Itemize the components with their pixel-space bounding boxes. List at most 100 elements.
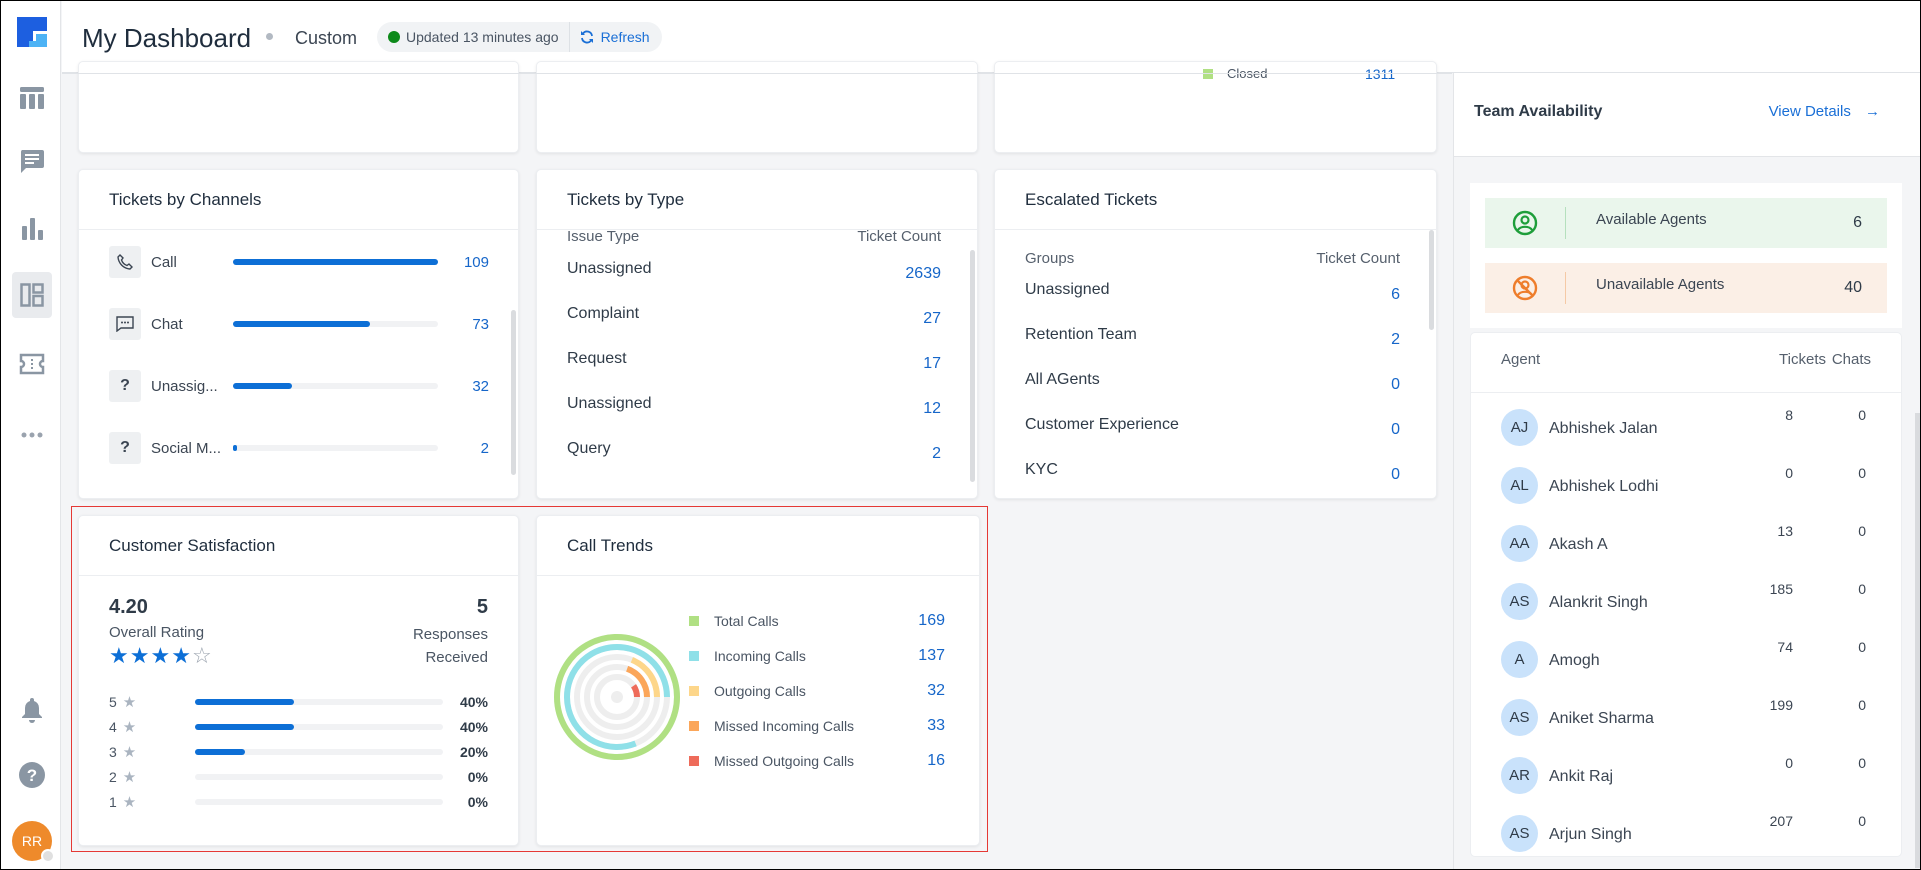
user-avatar[interactable]: RR bbox=[12, 821, 55, 863]
agent-avatar: AA bbox=[1501, 525, 1538, 562]
row-count[interactable]: 2 bbox=[932, 445, 941, 463]
channel-count[interactable]: 2 bbox=[481, 440, 489, 457]
panel-scrollbar[interactable] bbox=[1915, 413, 1920, 868]
row-count[interactable]: 6 bbox=[1391, 286, 1400, 304]
legend-item[interactable]: Missed Incoming Calls 33 bbox=[689, 716, 945, 736]
rating-stars-count: 2 bbox=[109, 769, 117, 785]
channel-row[interactable]: ? Unassig... 32 bbox=[109, 370, 489, 402]
row-count[interactable]: 17 bbox=[923, 355, 941, 373]
dashboard-icon bbox=[20, 283, 44, 307]
row-count[interactable]: 0 bbox=[1391, 466, 1400, 484]
sidebar-item-tickets[interactable] bbox=[12, 341, 52, 387]
channel-count[interactable]: 73 bbox=[472, 316, 489, 333]
legend-item[interactable]: Outgoing Calls 32 bbox=[689, 681, 945, 701]
table-row[interactable]: All AGents 0 bbox=[1025, 371, 1400, 394]
sidebar-item-notifications[interactable] bbox=[12, 687, 52, 733]
channel-row[interactable]: ? Social M... 2 bbox=[109, 432, 489, 464]
table-row[interactable]: Request 17 bbox=[567, 350, 941, 373]
call-trends-radial-chart bbox=[554, 634, 680, 760]
arc-missed-outgoing-calls[interactable] bbox=[630, 684, 640, 698]
table-row[interactable]: Retention Team 2 bbox=[1025, 326, 1400, 349]
col-ticket-count: Ticket Count bbox=[1316, 250, 1400, 267]
scrollbar[interactable] bbox=[1429, 230, 1434, 330]
view-details-link[interactable]: View Details → bbox=[1769, 103, 1880, 120]
agent-chats: 0 bbox=[1858, 697, 1866, 713]
channel-row[interactable]: Call 109 bbox=[109, 246, 489, 278]
unavailable-agents-row[interactable]: Unavailable Agents 40 bbox=[1485, 263, 1887, 313]
card-title: Customer Satisfaction bbox=[79, 516, 518, 576]
legend-item[interactable]: Incoming Calls 137 bbox=[689, 646, 945, 666]
legend-value[interactable]: 33 bbox=[927, 717, 945, 735]
row-label: Retention Team bbox=[1025, 326, 1137, 343]
legend-swatch-closed bbox=[1203, 69, 1213, 79]
row-count[interactable]: 0 bbox=[1391, 376, 1400, 394]
row-count[interactable]: 2 bbox=[1391, 331, 1400, 349]
rating-row: 1 ★ 0% bbox=[109, 792, 488, 812]
status-online-icon bbox=[388, 31, 400, 43]
channel-count[interactable]: 109 bbox=[464, 254, 489, 271]
sidebar-item-more[interactable] bbox=[12, 412, 52, 458]
table-row[interactable]: Query 2 bbox=[567, 440, 941, 463]
agent-row[interactable]: AJ Abhishek Jalan 8 0 bbox=[1501, 407, 1871, 447]
table-row[interactable]: Customer Experience 0 bbox=[1025, 416, 1400, 439]
customer-satisfaction-card: Customer Satisfaction 4.20 Overall Ratin… bbox=[78, 515, 519, 846]
legend-value[interactable]: 32 bbox=[927, 682, 945, 700]
refresh-button[interactable]: Refresh bbox=[580, 29, 662, 45]
sidebar-item-dashboard[interactable] bbox=[12, 272, 52, 318]
agent-row[interactable]: AS Aniket Sharma 199 0 bbox=[1501, 697, 1871, 737]
row-count[interactable]: 0 bbox=[1391, 421, 1400, 439]
scrollbar[interactable] bbox=[970, 250, 975, 482]
row-count[interactable]: 12 bbox=[923, 400, 941, 418]
agent-chats: 0 bbox=[1858, 407, 1866, 423]
legend-label: Incoming Calls bbox=[714, 648, 806, 664]
sidebar-item-analytics[interactable] bbox=[12, 206, 52, 252]
legend-value[interactable]: 16 bbox=[927, 752, 945, 770]
col-tickets: Tickets bbox=[1779, 351, 1826, 368]
table-row[interactable]: Unassigned 12 bbox=[567, 395, 941, 418]
separator-dot bbox=[266, 33, 273, 40]
row-count[interactable]: 27 bbox=[923, 310, 941, 328]
unavailable-agents-label: Unavailable Agents bbox=[1596, 275, 1725, 293]
star-icon: ★ bbox=[122, 744, 137, 761]
legend-swatch bbox=[689, 721, 699, 731]
card-title: Tickets by Type bbox=[537, 170, 977, 230]
rating-bar bbox=[195, 799, 443, 805]
legend-item[interactable]: Missed Outgoing Calls 16 bbox=[689, 751, 945, 771]
agent-row[interactable]: AR Ankit Raj 0 0 bbox=[1501, 755, 1871, 795]
tickets-by-type-card: Tickets by Type Issue Type Ticket Count … bbox=[536, 169, 978, 499]
call-trends-card: Call Trends Total Calls 169 Incoming Calls… bbox=[536, 515, 980, 846]
table-row[interactable]: Complaint 27 bbox=[567, 305, 941, 328]
agent-row[interactable]: AL Abhishek Lodhi 0 0 bbox=[1501, 465, 1871, 505]
divider bbox=[568, 22, 570, 52]
sidebar-item-help[interactable]: ? bbox=[12, 752, 52, 798]
rating-row: 2 ★ 0% bbox=[109, 767, 488, 787]
card-title: Tickets by Channels bbox=[79, 170, 518, 230]
table-row[interactable]: KYC 0 bbox=[1025, 461, 1400, 484]
channel-row[interactable]: Chat 73 bbox=[109, 308, 489, 340]
app-logo[interactable] bbox=[17, 17, 47, 47]
agent-row[interactable]: AS Alankrit Singh 185 0 bbox=[1501, 581, 1871, 621]
agent-row[interactable]: AS Arjun Singh 207 0 bbox=[1501, 813, 1871, 853]
agent-row[interactable]: A Amogh 74 0 bbox=[1501, 639, 1871, 679]
channel-count[interactable]: 32 bbox=[472, 378, 489, 395]
help-icon: ? bbox=[19, 762, 45, 788]
row-count[interactable]: 2639 bbox=[905, 265, 941, 283]
sidebar-item-table[interactable] bbox=[12, 75, 52, 121]
table-row[interactable]: Unassigned 6 bbox=[1025, 281, 1400, 304]
legend-value[interactable]: 169 bbox=[918, 612, 945, 630]
available-agents-row[interactable]: Available Agents 6 bbox=[1485, 198, 1887, 248]
legend-value[interactable]: 137 bbox=[918, 647, 945, 665]
agent-row[interactable]: AA Akash A 13 0 bbox=[1501, 523, 1871, 563]
question-icon: ? bbox=[109, 432, 141, 464]
rating-bar-fill bbox=[195, 699, 295, 705]
scrollbar[interactable] bbox=[511, 310, 516, 475]
rating-stars-count: 4 bbox=[109, 719, 117, 735]
table-row[interactable]: Unassigned 2639 bbox=[567, 260, 941, 283]
rating-percent: 40% bbox=[459, 694, 488, 710]
more-icon bbox=[21, 432, 43, 438]
unavailable-agents-count: 40 bbox=[1844, 279, 1862, 296]
legend-item[interactable]: Total Calls 169 bbox=[689, 611, 945, 631]
sidebar-item-chat[interactable] bbox=[12, 138, 52, 184]
table-header: Issue Type Ticket Count bbox=[567, 228, 941, 245]
channel-bar bbox=[233, 383, 438, 389]
